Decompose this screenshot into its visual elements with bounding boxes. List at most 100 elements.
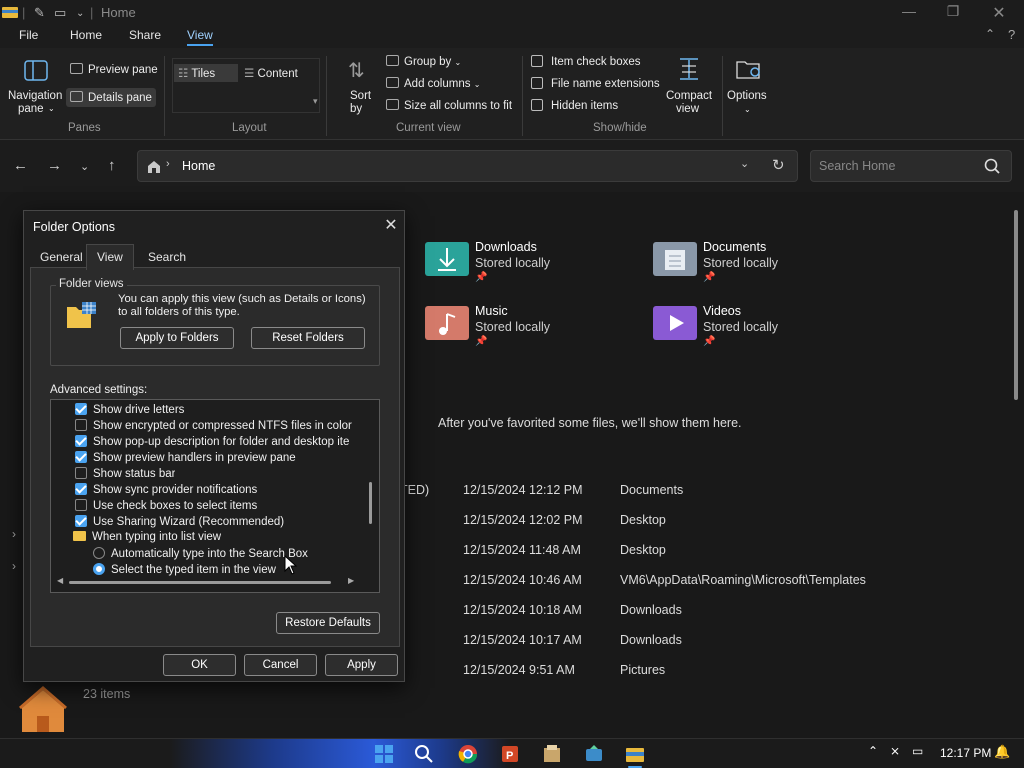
- restore-defaults-button[interactable]: Restore Defaults: [276, 612, 380, 634]
- quick-access-downloads[interactable]: Downloads Stored locally 📌: [425, 238, 625, 294]
- minimize-button[interactable]: —: [894, 3, 924, 23]
- checkbox-checked[interactable]: [75, 435, 87, 447]
- search-box[interactable]: Search Home: [810, 150, 1012, 182]
- scroll-left-icon[interactable]: ◀: [57, 576, 63, 585]
- display-icon[interactable]: ▭: [912, 744, 923, 758]
- advanced-setting-item[interactable]: Show drive letters: [75, 403, 184, 416]
- refresh-icon[interactable]: ↻: [772, 156, 785, 174]
- sort-by-button[interactable]: ⇅ Sort by: [340, 54, 380, 120]
- recent-file-row[interactable]: 12/15/2024 11:48 AM Desktop: [400, 543, 1020, 573]
- advanced-settings-list[interactable]: Show drive letters Show encrypted or com…: [50, 399, 380, 593]
- expand-chevron-icon[interactable]: ›: [12, 559, 16, 573]
- checkbox-checked[interactable]: [75, 515, 87, 527]
- checkbox-checked[interactable]: [75, 403, 87, 415]
- powerpoint-icon[interactable]: P: [500, 744, 520, 764]
- back-arrow-icon[interactable]: ←: [13, 157, 28, 174]
- tray-chevron-icon[interactable]: ⌃: [868, 744, 878, 758]
- dialog-tab-search[interactable]: Search: [148, 250, 186, 264]
- recent-file-row[interactable]: 12/15/2024 12:02 PM Desktop: [400, 513, 1020, 543]
- quick-access-toolbar-chevron-icon[interactable]: ⌄: [76, 8, 84, 19]
- notification-bell-icon[interactable]: 🔔: [994, 744, 1010, 760]
- apply-button[interactable]: Apply: [325, 654, 398, 676]
- recent-locations-chevron-icon[interactable]: ⌄: [80, 160, 89, 173]
- tiles-layout-button[interactable]: ☷ Tiles: [174, 64, 238, 82]
- advanced-setting-item[interactable]: Show encrypted or compressed NTFS files …: [75, 419, 358, 432]
- preview-pane-button[interactable]: Preview pane: [70, 63, 158, 76]
- recent-file-row[interactable]: 12/15/2024 10:17 AM Downloads: [400, 633, 1020, 663]
- hidden-items-checkbox[interactable]: [531, 99, 543, 111]
- options-button[interactable]: Options ⌄: [726, 54, 772, 120]
- add-columns-button[interactable]: Add columns ⌄: [386, 77, 480, 90]
- tab-file[interactable]: File: [19, 28, 38, 42]
- wifi-off-icon[interactable]: ⨯: [890, 744, 900, 758]
- file-explorer-icon[interactable]: [625, 744, 645, 764]
- advanced-setting-item[interactable]: Show pop-up description for folder and d…: [75, 435, 362, 448]
- quick-access-music[interactable]: Music Stored locally 📌: [425, 302, 625, 358]
- compact-view-button[interactable]: Compact view: [664, 54, 714, 120]
- file-manager-icon[interactable]: [542, 744, 562, 764]
- checkbox-checked[interactable]: [75, 451, 87, 463]
- cancel-button[interactable]: Cancel: [244, 654, 317, 676]
- breadcrumb-chevron-icon[interactable]: ›: [166, 158, 170, 170]
- file-name-extensions-toggle[interactable]: File name extensions: [531, 77, 660, 90]
- item-check-boxes-toggle[interactable]: Item check boxes: [531, 55, 640, 68]
- radio-unselected[interactable]: [93, 547, 105, 559]
- advanced-setting-option[interactable]: Select the typed item in the view: [93, 563, 276, 576]
- apply-to-folders-button[interactable]: Apply to Folders: [120, 327, 234, 349]
- new-folder-icon[interactable]: ▭: [54, 5, 66, 21]
- forward-arrow-icon[interactable]: →: [47, 157, 62, 174]
- advanced-setting-item[interactable]: Show preview handlers in preview pane: [75, 451, 296, 464]
- close-window-button[interactable]: ✕: [984, 3, 1014, 23]
- up-arrow-icon[interactable]: ↑: [108, 157, 116, 174]
- navigation-pane-button[interactable]: Navigation pane ⌄: [8, 52, 64, 118]
- recent-file-row[interactable]: 12/15/2024 10:18 AM Downloads: [400, 603, 1020, 633]
- size-columns-button[interactable]: Size all columns to fit: [386, 99, 512, 112]
- file-name-extensions-checkbox[interactable]: [531, 77, 543, 89]
- quick-access-videos[interactable]: Videos Stored locally 📌: [653, 302, 853, 358]
- app-icon[interactable]: [584, 744, 604, 764]
- help-icon[interactable]: ?: [1008, 27, 1015, 42]
- checkbox-checked[interactable]: [75, 483, 87, 495]
- list-horizontal-scrollbar[interactable]: [69, 581, 331, 584]
- dialog-tab-general[interactable]: General: [40, 250, 83, 264]
- advanced-setting-item[interactable]: Show sync provider notifications: [75, 483, 257, 496]
- tab-home[interactable]: Home: [70, 28, 102, 42]
- start-icon[interactable]: [374, 744, 394, 764]
- hidden-items-toggle[interactable]: Hidden items: [531, 99, 618, 112]
- address-history-chevron-icon[interactable]: ⌄: [740, 157, 749, 170]
- content-layout-button[interactable]: ☰ Content: [244, 66, 298, 80]
- checkbox-unchecked[interactable]: [75, 467, 87, 479]
- advanced-setting-option[interactable]: Automatically type into the Search Box: [93, 547, 308, 560]
- advanced-setting-item[interactable]: Show status bar: [75, 467, 175, 480]
- checkbox-unchecked[interactable]: [75, 419, 87, 431]
- layout-more-icon[interactable]: ▾: [313, 96, 318, 107]
- collapse-ribbon-icon[interactable]: ⌃: [985, 27, 995, 41]
- search-icon[interactable]: [414, 744, 434, 764]
- reset-folders-button[interactable]: Reset Folders: [251, 327, 365, 349]
- tab-view[interactable]: View: [187, 28, 213, 46]
- ok-button[interactable]: OK: [163, 654, 236, 676]
- breadcrumb-home[interactable]: Home: [182, 159, 215, 173]
- expand-chevron-icon[interactable]: ›: [12, 527, 16, 541]
- checkbox-unchecked[interactable]: [75, 499, 87, 511]
- dialog-tab-view[interactable]: View: [86, 244, 134, 270]
- recent-file-row[interactable]: 12/15/2024 10:46 AM VM6\AppData\Roaming\…: [400, 573, 1020, 603]
- advanced-setting-item[interactable]: Use Sharing Wizard (Recommended): [75, 515, 284, 528]
- group-by-button[interactable]: Group by ⌄: [386, 55, 461, 68]
- address-bar[interactable]: › Home ⌄ ↻: [137, 150, 798, 182]
- scroll-right-icon[interactable]: ▶: [348, 576, 354, 585]
- dialog-close-button[interactable]: ✕: [380, 215, 402, 235]
- properties-icon[interactable]: ✎: [34, 5, 45, 21]
- chrome-icon[interactable]: [458, 744, 478, 764]
- quick-access-documents[interactable]: Documents Stored locally 📌: [653, 238, 853, 294]
- recent-file-row[interactable]: TED) 12/15/2024 12:12 PM Documents: [400, 483, 1020, 513]
- item-check-boxes-checkbox[interactable]: [531, 55, 543, 67]
- radio-selected[interactable]: [93, 563, 105, 575]
- maximize-button[interactable]: ❐: [938, 3, 968, 23]
- list-vertical-scrollbar[interactable]: [369, 482, 372, 524]
- tab-share[interactable]: Share: [129, 28, 161, 42]
- details-pane-button[interactable]: Details pane: [66, 88, 156, 107]
- clock[interactable]: 12:17 PM: [940, 746, 991, 760]
- content-scrollbar[interactable]: [1014, 210, 1018, 400]
- advanced-setting-item[interactable]: Use check boxes to select items: [75, 499, 257, 512]
